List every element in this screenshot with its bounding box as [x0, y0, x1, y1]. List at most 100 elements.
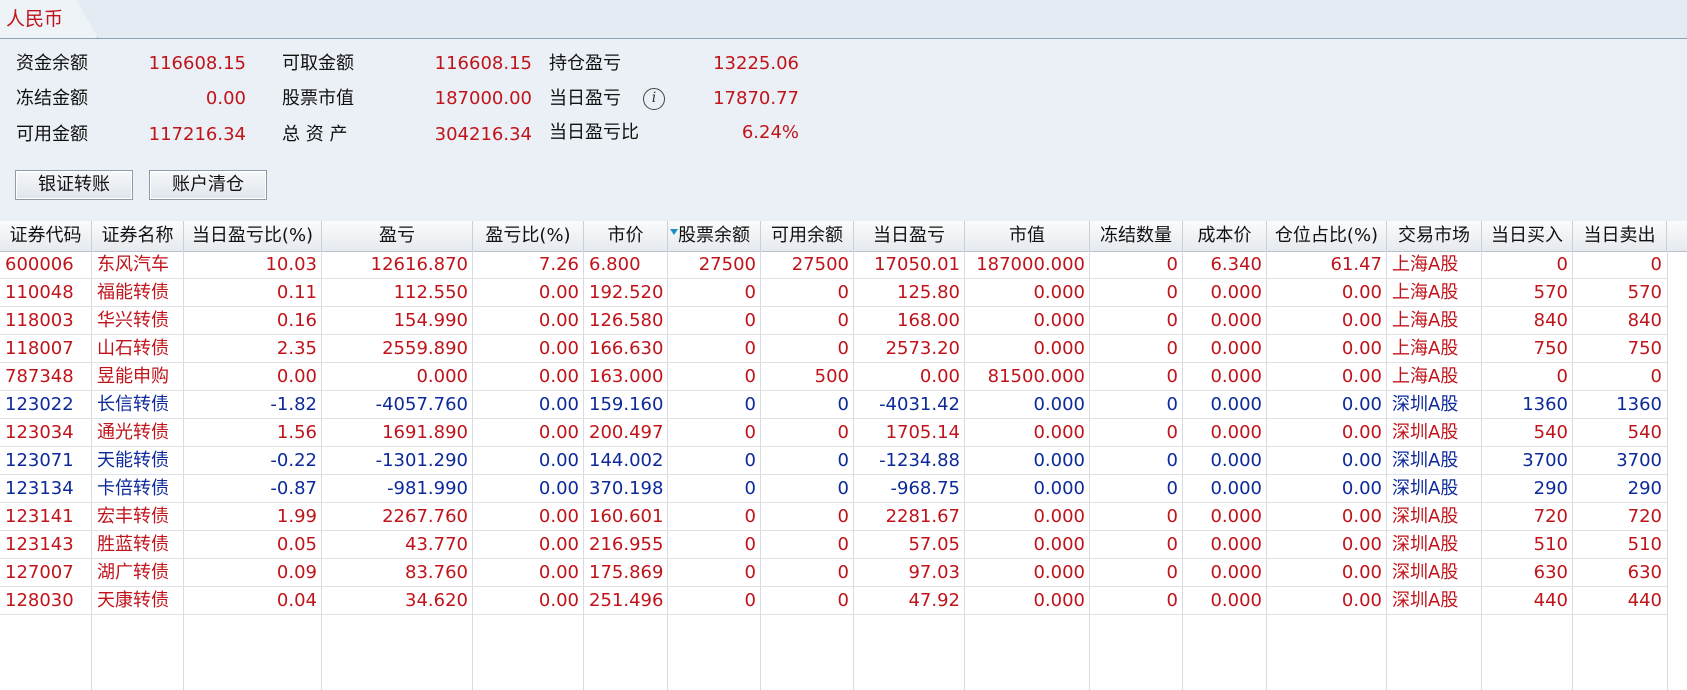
cell-pl: 154.990	[393, 310, 468, 331]
info-icon[interactable]: i	[643, 88, 665, 110]
column-header-code[interactable]: 证券代码	[0, 221, 92, 251]
column-header-cost-price[interactable]: 成本价	[1183, 221, 1267, 251]
cell-day-pl: 17050.01	[874, 254, 960, 275]
cell-day-sell: 750	[1627, 338, 1662, 359]
column-header-pl-ratio[interactable]: 盈亏比(%)	[473, 221, 584, 251]
table-row[interactable]: 123034 通光转债 1.56 1691.890 0.00 200.497 0 0 1705.…	[0, 419, 1667, 447]
cell-day-sell: 440	[1627, 590, 1662, 611]
table-row[interactable]: 118007 山石转债 2.35 2559.890 0.00 166.630 0 0 2573.…	[0, 335, 1667, 363]
cell-name: 昱能申购	[97, 366, 169, 387]
column-header-day-pl[interactable]: 当日盈亏	[854, 221, 965, 251]
cell-market: 深圳A股	[1392, 506, 1459, 527]
cell-name: 长信转债	[97, 394, 169, 415]
column-header-day-buy[interactable]: 当日买入	[1482, 221, 1573, 251]
cell-position-ratio: 0.00	[1341, 450, 1382, 471]
table-row[interactable]: 118003 华兴转债 0.16 154.990 0.00 126.580 0 0 168.00…	[0, 307, 1667, 335]
column-header-available-balance[interactable]: 可用余额	[761, 221, 854, 251]
cell-cost-price: 0.000	[1210, 338, 1262, 359]
cell-stock-balance: 0	[744, 590, 756, 611]
cell-name: 天康转债	[97, 590, 169, 611]
table-row[interactable]: 123022 长信转债 -1.82 -4057.760 0.00 159.160 0 0 -40…	[0, 391, 1667, 419]
cell-cost-price: 0.000	[1210, 534, 1262, 555]
cell-day-sell: 1360	[1616, 394, 1662, 415]
cell-price: 126.580	[589, 310, 664, 331]
cell-market-value: 81500.000	[987, 366, 1085, 387]
cell-available-balance: 0	[837, 338, 849, 359]
cell-market: 深圳A股	[1392, 450, 1459, 471]
day-pl-ratio-label: 当日盈亏比	[549, 122, 639, 143]
cell-price: 166.630	[589, 338, 664, 359]
column-header-stock-balance[interactable]: 股票余额	[668, 221, 761, 251]
column-header-day-sell[interactable]: 当日卖出	[1573, 221, 1667, 251]
cell-pl-ratio: 0.00	[538, 450, 579, 471]
table-row[interactable]: 128030 天康转债 0.04 34.620 0.00 251.496 0 0 47.92 0.…	[0, 587, 1667, 615]
cell-frozen-qty: 0	[1166, 394, 1178, 415]
cell-day-pl-ratio: 2.35	[276, 338, 317, 359]
cell-position-ratio: 0.00	[1341, 506, 1382, 527]
column-header-position-ratio[interactable]: 仓位占比(%)	[1267, 221, 1387, 251]
cell-cost-price: 0.000	[1210, 422, 1262, 443]
tab-rmb[interactable]: 人民币	[0, 0, 98, 38]
cell-code: 600006	[5, 254, 74, 275]
table-row[interactable]: 123134 卡倍转债 -0.87 -981.990 0.00 370.198 0 0 -968…	[0, 475, 1667, 503]
cell-name: 宏丰转债	[97, 506, 169, 527]
column-header-market-value[interactable]: 市值	[965, 221, 1090, 251]
cell-available-balance: 0	[837, 478, 849, 499]
cell-cost-price: 0.000	[1210, 506, 1262, 527]
table-row[interactable]: 787348 昱能申购 0.00 0.000 0.00 163.000 0 500 0.00 81…	[0, 363, 1667, 391]
cell-day-pl-ratio: 1.99	[276, 506, 317, 527]
table-row[interactable]: 123141 宏丰转债 1.99 2267.760 0.00 160.601 0 0 2281.…	[0, 503, 1667, 531]
cell-day-pl-ratio: 0.11	[276, 282, 317, 303]
table-row[interactable]: 110048 福能转债 0.11 112.550 0.00 192.520 0 0 125.80…	[0, 279, 1667, 307]
cell-day-buy: 540	[1533, 422, 1568, 443]
cell-market: 深圳A股	[1392, 562, 1459, 583]
stock-value-value: 187000.00	[434, 88, 532, 109]
column-header-market[interactable]: 交易市场	[1387, 221, 1482, 251]
table-row[interactable]: 123143 胜蓝转债 0.05 43.770 0.00 216.955 0 0 57.05 0.…	[0, 531, 1667, 559]
available-label: 可用金额	[16, 124, 88, 145]
clear-positions-button[interactable]: 账户清仓	[149, 170, 267, 200]
table-row[interactable]: 127007 湖广转债 0.09 83.760 0.00 175.869 0 0 97.03 0.…	[0, 559, 1667, 587]
table-row[interactable]: 600006 东风汽车 10.03 12616.870 7.26 6.800 27500 27…	[0, 251, 1667, 279]
cell-frozen-qty: 0	[1166, 534, 1178, 555]
column-header-day-pl-ratio[interactable]: 当日盈亏比(%)	[184, 221, 322, 251]
column-header-pl[interactable]: 盈亏	[322, 221, 473, 251]
cell-stock-balance: 0	[744, 310, 756, 331]
cell-market: 深圳A股	[1392, 394, 1459, 415]
cell-day-pl-ratio: -0.87	[270, 478, 317, 499]
cell-market-value: 187000.000	[976, 254, 1085, 275]
day-pl-value: 17870.77	[713, 88, 799, 109]
cell-code: 123141	[5, 506, 74, 527]
cell-day-pl: 2281.67	[885, 506, 960, 527]
cell-market: 上海A股	[1392, 254, 1459, 275]
cell-day-pl: -968.75	[890, 478, 960, 499]
cell-day-pl-ratio: 0.04	[276, 590, 317, 611]
cell-available-balance: 0	[837, 534, 849, 555]
table-header: 证券代码 证券名称 当日盈亏比(%) 盈亏 盈亏比(%) 市价 股票余额 可用余额 当日盈亏 市值…	[0, 221, 1687, 252]
cell-pl-ratio: 0.00	[538, 562, 579, 583]
cell-market-value: 0.000	[1033, 450, 1085, 471]
cell-day-buy: 840	[1533, 310, 1568, 331]
column-header-frozen-qty[interactable]: 冻结数量	[1090, 221, 1183, 251]
cell-price: 175.869	[589, 562, 664, 583]
cell-frozen-qty: 0	[1166, 478, 1178, 499]
cell-pl: 2559.890	[382, 338, 468, 359]
column-header-price[interactable]: 市价	[584, 221, 668, 251]
cell-stock-balance: 0	[744, 422, 756, 443]
bank-transfer-button[interactable]: 银证转账	[15, 170, 133, 200]
cell-position-ratio: 0.00	[1341, 562, 1382, 583]
cell-day-pl-ratio: -0.22	[270, 450, 317, 471]
cell-pl-ratio: 0.00	[538, 310, 579, 331]
cell-cost-price: 0.000	[1210, 282, 1262, 303]
cell-frozen-qty: 0	[1166, 254, 1178, 275]
cell-pl-ratio: 0.00	[538, 506, 579, 527]
currency-tab-bar: 人民币	[0, 0, 1687, 39]
cell-available-balance: 0	[837, 422, 849, 443]
cell-cost-price: 0.000	[1210, 366, 1262, 387]
cell-pl: 1691.890	[382, 422, 468, 443]
table-row[interactable]: 123071 天能转债 -0.22 -1301.290 0.00 144.002 0 0 -12…	[0, 447, 1667, 475]
column-header-name[interactable]: 证券名称	[92, 221, 184, 251]
cell-code: 787348	[5, 366, 74, 387]
cell-day-pl: -1234.88	[879, 450, 960, 471]
cell-market: 深圳A股	[1392, 478, 1459, 499]
